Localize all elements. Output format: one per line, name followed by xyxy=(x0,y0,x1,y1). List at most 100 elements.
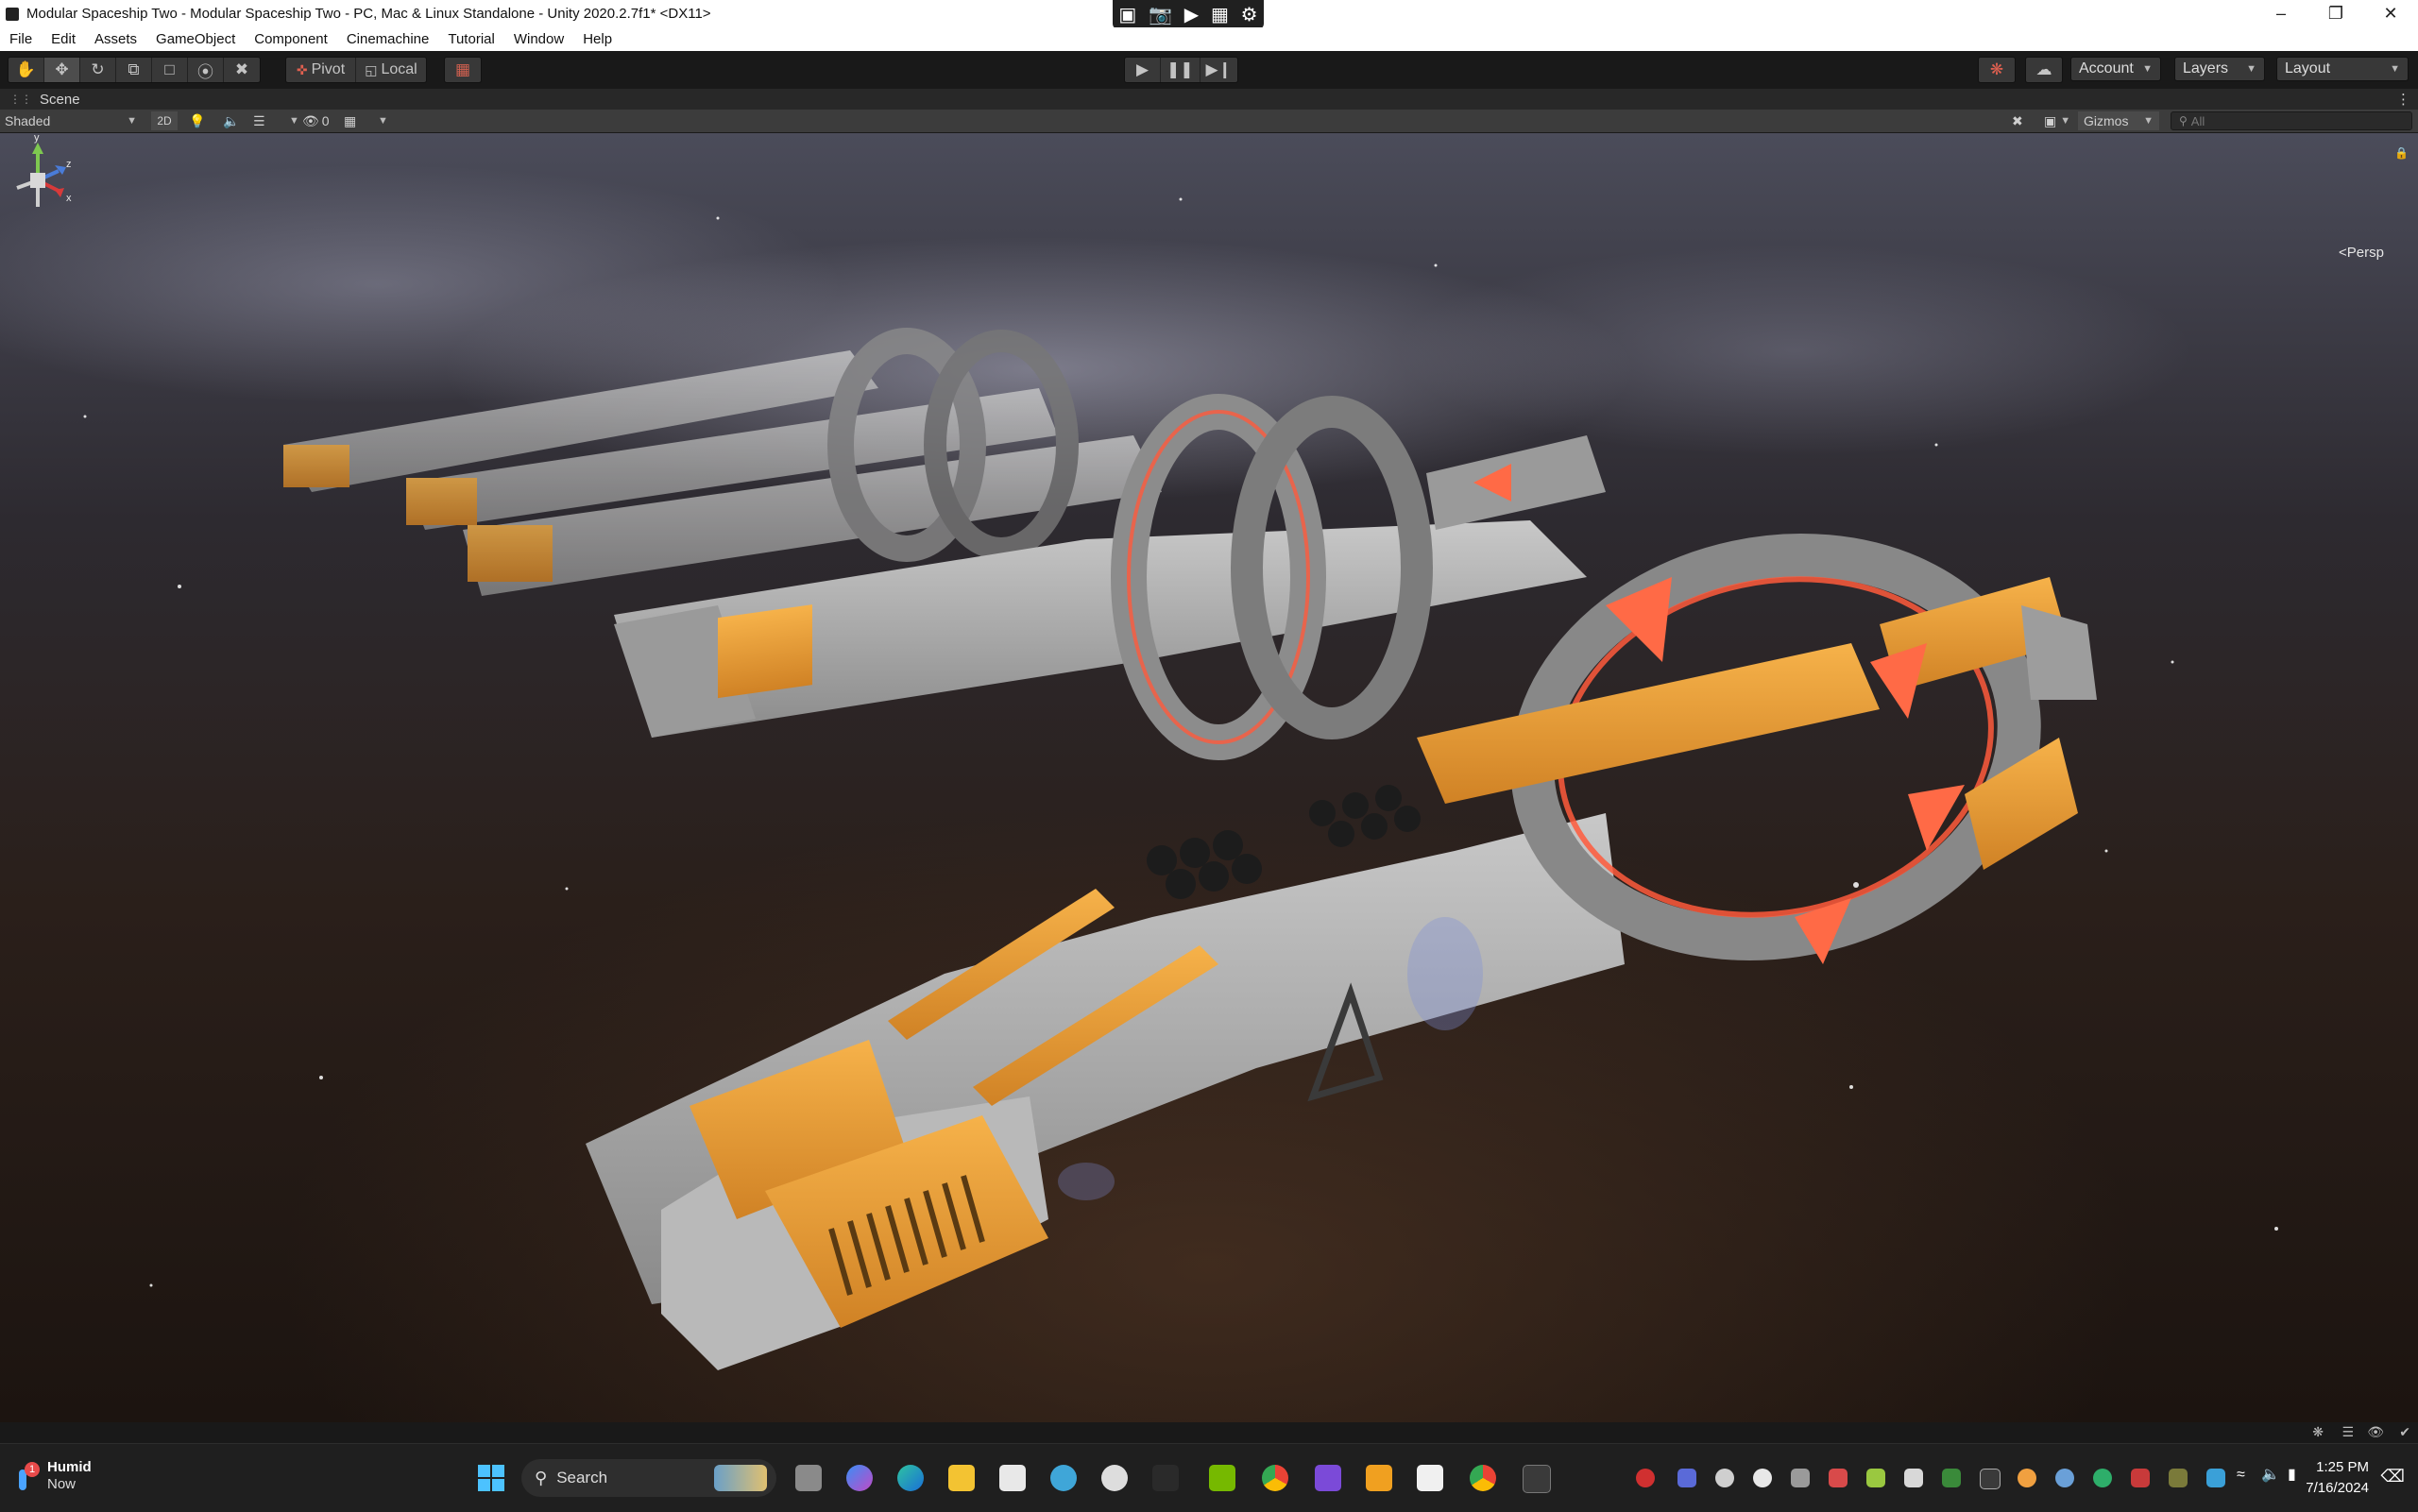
tray-app-icon[interactable] xyxy=(1791,1469,1810,1487)
pivot-button[interactable]: ✜ Pivot xyxy=(286,58,356,82)
microsoft-store-icon[interactable] xyxy=(999,1465,1026,1491)
dark-app-icon[interactable] xyxy=(1152,1465,1179,1491)
menu-component[interactable]: Component xyxy=(245,31,337,47)
projection-label[interactable]: <Persp xyxy=(2339,245,2384,261)
scale-tool-icon[interactable]: ⧉ xyxy=(116,58,152,82)
folder-icon[interactable]: ▦ xyxy=(1211,3,1229,26)
effects-toggle-icon[interactable]: ☰ xyxy=(253,111,265,130)
notification-bell-icon[interactable]: ⌫ xyxy=(2381,1467,2405,1487)
menu-cinemachine[interactable]: Cinemachine xyxy=(337,31,439,47)
video-camera-icon[interactable]: ▶ xyxy=(1184,3,1199,26)
maximize-button[interactable]: ❐ xyxy=(2308,0,2363,27)
volume-icon[interactable]: 🔈 xyxy=(2261,1465,2280,1484)
taskbar-clock[interactable]: 1:25 PM 7/16/2024 xyxy=(2306,1457,2369,1499)
menu-gameobject[interactable]: GameObject xyxy=(146,31,245,47)
tray-app-icon[interactable] xyxy=(2093,1469,2112,1487)
grid-dropdown-icon[interactable]: ▼ xyxy=(370,111,388,130)
teams-tray-icon[interactable] xyxy=(1677,1469,1696,1487)
tray-app-icon[interactable] xyxy=(1829,1469,1848,1487)
collab-icon[interactable]: ❋ xyxy=(1979,58,2015,82)
scene-visibility-icon[interactable]: 👁 0 xyxy=(302,111,330,130)
weather-widget[interactable]: 1 Humid Now xyxy=(13,1459,92,1493)
visual-studio-tray-icon[interactable] xyxy=(1904,1469,1923,1487)
tray-app-icon[interactable] xyxy=(2018,1469,2036,1487)
scene-tab-label[interactable]: Scene xyxy=(40,92,80,108)
debug-icon[interactable]: ❋ xyxy=(2312,1424,2324,1440)
menu-help[interactable]: Help xyxy=(573,31,622,47)
copilot-icon[interactable] xyxy=(846,1465,873,1491)
camera-settings-icon[interactable]: ▣ ▼ xyxy=(2044,111,2070,130)
hierarchy-search-field[interactable]: ⚲ All xyxy=(2171,111,2412,130)
windows-start-icon[interactable] xyxy=(478,1465,504,1491)
snipping-tool-icon[interactable] xyxy=(1417,1465,1443,1491)
local-button[interactable]: ◱ Local xyxy=(356,58,426,82)
effects-dropdown-icon[interactable]: ▼ xyxy=(281,111,299,130)
move-tool-icon[interactable]: ✥ xyxy=(44,58,80,82)
orientation-gizmo[interactable]: y z x xyxy=(0,133,76,228)
menu-assets[interactable]: Assets xyxy=(85,31,146,47)
tray-app-icon[interactable] xyxy=(2169,1469,2188,1487)
chrome-profile-icon[interactable] xyxy=(1470,1465,1496,1491)
rotate-tool-icon[interactable]: ↻ xyxy=(80,58,116,82)
shading-mode-dropdown[interactable]: Shaded ▼ xyxy=(5,111,137,130)
layout-dropdown[interactable]: Layout ▼ xyxy=(2276,57,2409,81)
drag-handle-icon[interactable]: ⋮⋮ xyxy=(9,93,32,106)
menu-file[interactable]: File xyxy=(0,31,42,47)
gizmo-lock-icon[interactable]: 🔒 xyxy=(2394,146,2409,160)
tab-menu-icon[interactable]: ⋮ xyxy=(2396,91,2410,108)
grid-snap-icon[interactable]: ▦ xyxy=(445,58,481,82)
visibility-icon[interactable]: 👁 xyxy=(2367,1424,2384,1440)
custom-tool-icon[interactable]: ✖ xyxy=(224,58,260,82)
2d-toggle[interactable]: 2D xyxy=(151,111,178,130)
scene-viewport[interactable]: y z x 🔒 <Persp xyxy=(0,133,2418,1422)
video-editor-icon[interactable] xyxy=(1315,1465,1341,1491)
playmode-controls: ▶ ❚❚ ▶❙ xyxy=(1124,57,1238,83)
transform-tool-icon[interactable]: ⦿ xyxy=(188,58,224,82)
lighting-toggle-icon[interactable]: 💡 xyxy=(189,111,205,130)
battery-icon[interactable]: ▮ xyxy=(2288,1465,2296,1484)
nvidia-icon[interactable] xyxy=(1209,1465,1235,1491)
xbox-tray-icon[interactable] xyxy=(1715,1469,1734,1487)
tray-app-icon[interactable] xyxy=(2055,1469,2074,1487)
tray-app-icon[interactable] xyxy=(1866,1469,1885,1487)
close-button[interactable]: ✕ xyxy=(2363,0,2418,27)
play-button-icon[interactable]: ▶ xyxy=(1125,58,1161,82)
camera-icon[interactable]: 📷 xyxy=(1149,3,1172,26)
pause-button-icon[interactable]: ❚❚ xyxy=(1161,58,1200,82)
record-tray-icon[interactable] xyxy=(1636,1469,1655,1487)
tray-app-icon[interactable] xyxy=(2206,1469,2225,1487)
layers-dropdown[interactable]: Layers ▼ xyxy=(2174,57,2265,81)
step-button-icon[interactable]: ▶❙ xyxy=(1200,58,1237,82)
tray-app-icon[interactable] xyxy=(1942,1469,1961,1487)
screenshot-tool-icon[interactable]: ▣ xyxy=(1118,3,1136,26)
edge-browser-icon[interactable] xyxy=(897,1465,924,1491)
task-view-icon[interactable] xyxy=(795,1465,822,1491)
account-dropdown[interactable]: Account ▼ xyxy=(2070,57,2161,81)
tools-icon[interactable]: ✖ xyxy=(2012,111,2023,130)
globe-app-icon[interactable] xyxy=(1050,1465,1077,1491)
menu-window[interactable]: Window xyxy=(504,31,573,47)
check-icon[interactable]: ✔ xyxy=(2399,1424,2410,1440)
grid-toggle-icon[interactable]: ▦ xyxy=(344,111,356,130)
wifi-icon[interactable]: ≈ xyxy=(2237,1467,2245,1484)
sublime-text-icon[interactable] xyxy=(1366,1465,1392,1491)
shield-icon[interactable] xyxy=(2131,1469,2150,1487)
cloud-icon[interactable]: ☁ xyxy=(2026,58,2062,82)
file-explorer-icon[interactable] xyxy=(948,1465,975,1491)
pivot-label: Pivot xyxy=(311,61,346,77)
chrome-icon[interactable] xyxy=(1262,1465,1288,1491)
taskbar-search[interactable]: ⚲ Search xyxy=(521,1459,776,1497)
tray-app-icon[interactable] xyxy=(1980,1469,2001,1489)
audio-toggle-icon[interactable]: 🔈 xyxy=(223,111,239,130)
minimize-button[interactable]: – xyxy=(2254,0,2308,27)
hand-tool-icon[interactable]: ✋ xyxy=(9,58,44,82)
stack-icon[interactable]: ☰ xyxy=(2341,1424,2354,1440)
grammarly-tray-icon[interactable] xyxy=(1753,1469,1772,1487)
rect-tool-icon[interactable]: □ xyxy=(152,58,188,82)
unity-taskbar-icon[interactable] xyxy=(1523,1465,1551,1493)
gizmos-dropdown[interactable]: Gizmos ▼ xyxy=(2078,111,2159,130)
ghost-app-icon[interactable] xyxy=(1101,1465,1128,1491)
menu-edit[interactable]: Edit xyxy=(42,31,85,47)
menu-tutorial[interactable]: Tutorial xyxy=(438,31,503,47)
gear-icon[interactable]: ⚙ xyxy=(1241,3,1258,26)
